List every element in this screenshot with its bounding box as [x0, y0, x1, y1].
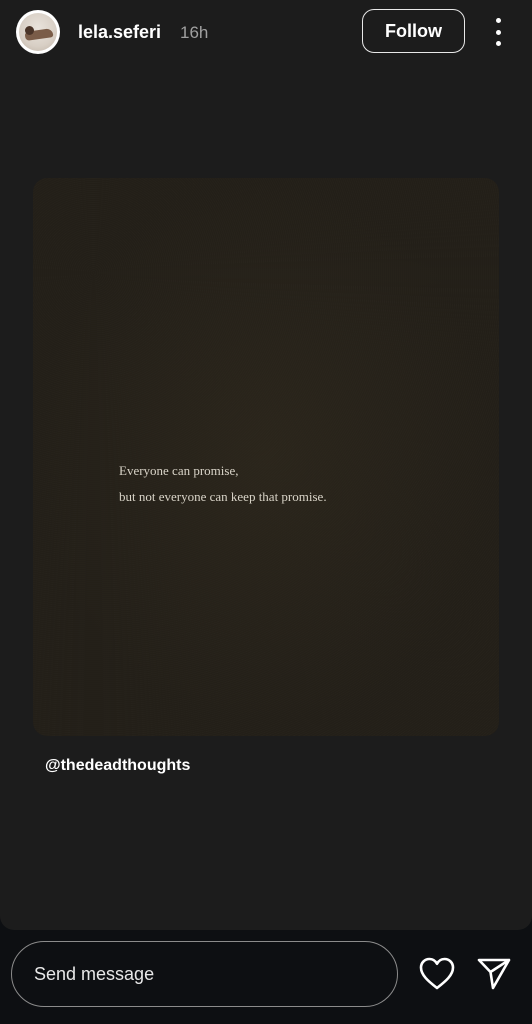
heart-icon[interactable]	[419, 957, 455, 991]
avatar[interactable]	[16, 10, 60, 54]
credit-mention[interactable]: @thedeadthoughts	[45, 757, 190, 775]
quote-text: Everyone can promise, but not everyone c…	[119, 458, 327, 510]
quote-line-2: but not everyone can keep that promise.	[119, 489, 327, 504]
send-icon[interactable]	[476, 957, 512, 991]
avatar-head	[25, 26, 34, 35]
follow-button[interactable]: Follow	[362, 9, 465, 53]
more-options-icon[interactable]	[486, 18, 510, 46]
username[interactable]: lela.seferi	[78, 22, 161, 43]
more-dot	[495, 41, 501, 46]
send-message-input[interactable]	[11, 941, 398, 1007]
more-dot	[495, 18, 501, 23]
post-timestamp: 16h	[180, 23, 209, 42]
story-header: lela.seferi 16h Follow	[0, 0, 532, 64]
story-view: lela.seferi 16h Follow Everyone can prom…	[0, 0, 532, 930]
post-image[interactable]: Everyone can promise, but not everyone c…	[33, 178, 499, 736]
quote-line-1: Everyone can promise,	[119, 463, 239, 478]
more-dot	[495, 29, 501, 35]
avatar-photo	[19, 13, 57, 51]
reply-bar	[0, 930, 532, 1024]
